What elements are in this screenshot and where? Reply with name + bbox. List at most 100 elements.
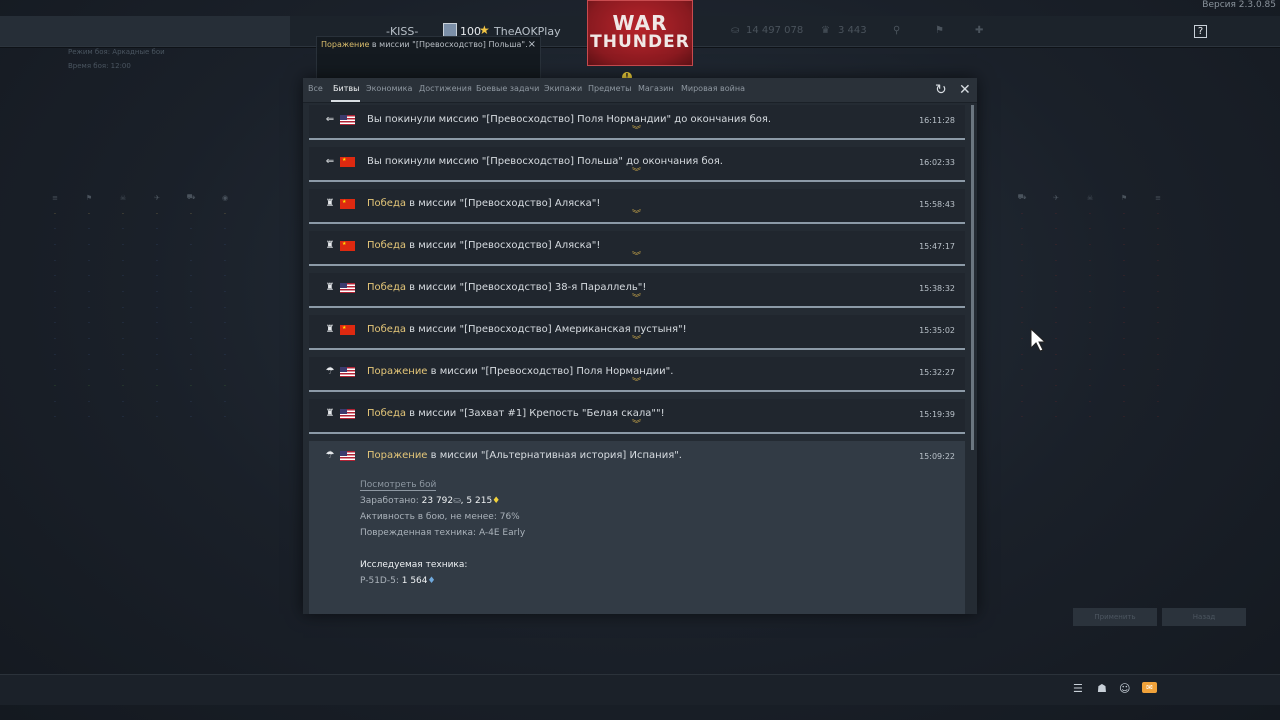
research-points-icon: ♦ <box>427 576 436 586</box>
scrollbar[interactable] <box>971 105 974 450</box>
chat-icon[interactable]: ☺ <box>1119 682 1130 695</box>
exit-arrow-icon: ⇐ <box>325 114 335 125</box>
entry-time: 15:32:27 <box>919 368 955 377</box>
expand-chevron-icon[interactable]: ︾ <box>632 127 641 136</box>
entry-time: 16:11:28 <box>919 116 955 125</box>
entry-divider <box>309 432 965 434</box>
expand-chevron-icon[interactable]: ︾ <box>632 421 641 430</box>
china-flag-icon: ★ <box>340 157 355 167</box>
usa-flag-icon <box>340 451 355 461</box>
usa-flag-icon <box>340 283 355 293</box>
battle-log-entry[interactable]: ♜ ★ Победа в миссии "[Превосходство] Аляск… <box>309 231 965 266</box>
table-header: ✈ <box>1053 193 1059 202</box>
tab-economy[interactable]: Экономика <box>366 84 412 93</box>
table-row: · · · · · <box>1020 382 1160 391</box>
mail-icon[interactable]: ✉ <box>1142 682 1157 693</box>
tab-all[interactable]: Все <box>308 84 323 93</box>
table-row: · · · · · <box>1020 366 1160 375</box>
table-row: · · · · · <box>1020 240 1160 249</box>
battle-log-entry[interactable]: ♜ ★ Победа в миссии "[Превосходство] Амери… <box>309 315 965 350</box>
battle-log-entry[interactable]: ♜ ★ Победа в миссии "[Превосходство] Аляск… <box>309 189 965 224</box>
usa-flag-icon <box>340 367 355 377</box>
tab-crews[interactable]: Экипажи <box>544 84 582 93</box>
entry-time: 15:47:17 <box>919 242 955 251</box>
trophy-icon: ♜ <box>325 324 335 335</box>
star-icon: ★ <box>479 23 490 37</box>
expand-chevron-icon[interactable]: ︾ <box>632 379 641 388</box>
help-button[interactable]: ? <box>1194 25 1207 38</box>
expanded-entry[interactable]: ☂ Поражение в миссии "[Альтернативная ис… <box>309 441 965 614</box>
entry-time: 15:38:32 <box>919 284 955 293</box>
battle-log-entry[interactable]: ☂ Поражение в миссии "[Превосходство] Пол… <box>309 357 965 392</box>
table-header: ⚑ <box>1120 193 1128 202</box>
silver-lions-balance[interactable]: 14 497 078 <box>746 25 803 36</box>
entry-divider <box>309 222 965 224</box>
table-row: · · · · · · <box>53 256 227 265</box>
entry-message: Вы покинули миссию "[Превосходство] Поля… <box>367 114 772 125</box>
table-row: · · · · · <box>1020 303 1160 312</box>
table-header: ◉ <box>221 193 229 202</box>
table-row: · · · · · · <box>53 397 227 406</box>
entry-time: 15:58:43 <box>919 200 955 209</box>
tab-achievements[interactable]: Достижения <box>419 84 472 93</box>
tab-battle-tasks[interactable]: Боевые задачи <box>476 84 539 93</box>
china-flag-icon: ★ <box>340 241 355 251</box>
tab-items[interactable]: Предметы <box>588 84 631 93</box>
expand-chevron-icon[interactable]: ︾ <box>632 337 641 346</box>
entry-divider <box>309 348 965 350</box>
ticket-icon[interactable]: ✚ <box>975 25 983 36</box>
expand-chevron-icon[interactable]: ︾ <box>632 253 641 262</box>
entry-message: Вы покинули миссию "[Превосходство] Поль… <box>367 156 723 167</box>
china-flag-icon: ★ <box>340 199 355 209</box>
view-battle-link[interactable]: Посмотреть бой <box>360 480 437 491</box>
table-row: · · · · · · <box>53 319 227 328</box>
background-info: Режим боя: Аркадные бои Время боя: 12:00 <box>68 48 165 70</box>
refresh-icon[interactable]: ↻ <box>935 82 947 98</box>
shop-icon[interactable]: ⚑ <box>935 25 944 36</box>
entry-message: Победа в миссии "[Превосходство] Аляска"… <box>367 240 601 251</box>
squad-icon[interactable]: ☗ <box>1097 682 1107 695</box>
bulb-icon[interactable]: ⚲ <box>893 25 900 36</box>
table-header: ✈ <box>154 193 160 202</box>
player-flag-icon <box>443 23 457 37</box>
golden-eagles-balance[interactable]: 3 443 <box>838 25 867 36</box>
entry-divider <box>309 306 965 308</box>
expand-chevron-icon[interactable]: ︾ <box>632 211 641 220</box>
entry-time: 15:09:22 <box>919 452 955 461</box>
golden-eagles-icon: ♛ <box>821 25 830 36</box>
close-icon[interactable]: ✕ <box>959 82 971 98</box>
table-row: · · · · · <box>1020 287 1160 296</box>
tab-battles[interactable]: Битвы <box>333 84 359 93</box>
tab-shop[interactable]: Магазин <box>638 84 674 93</box>
trophy-icon: ♜ <box>325 198 335 209</box>
china-flag-icon: ★ <box>340 325 355 335</box>
table-row: · · · · · <box>1020 209 1160 218</box>
table-row: · · · · · · <box>53 303 227 312</box>
table-row: · · · · · · <box>53 209 227 218</box>
notification-close-button[interactable]: × <box>528 39 536 50</box>
table-row: · · · · · <box>1020 413 1160 422</box>
trophy-icon: ♜ <box>325 282 335 293</box>
battle-log-entry[interactable]: ♜ Победа в миссии "[Превосходство] 38-я П… <box>309 273 965 308</box>
entry-divider <box>309 180 965 182</box>
expand-chevron-icon[interactable]: ︾ <box>632 295 641 304</box>
battle-log-entry[interactable]: ⇐ Вы покинули миссию "[Превосходство] Пол… <box>309 105 965 140</box>
active-tab-indicator <box>331 100 360 102</box>
background-apply-button: Применить <box>1073 608 1157 626</box>
battle-log-entry[interactable]: ⇐ ★ Вы покинули миссию "[Превосходство] По… <box>309 147 965 182</box>
background-stats-table-left: ≡ ⚑ ☠ ✈ ⛟ ◉ · · · · · · · · · · · · · · · · · · · · · · · · · · · · · · · · · ·… <box>38 190 242 425</box>
entry-message: Победа в миссии "[Захват #1] Крепость "Б… <box>367 408 665 419</box>
battle-log-entry[interactable]: ♜ Победа в миссии "[Захват #1] Крепость "… <box>309 399 965 434</box>
tab-world-war[interactable]: Мировая война <box>681 84 745 93</box>
trophy-icon: ♜ <box>325 408 335 419</box>
expand-chevron-icon[interactable]: ︾ <box>632 169 641 178</box>
damaged-vehicle-row: Поврежденная техника: A-4E Early <box>360 528 526 538</box>
table-row: · · · · · · <box>53 272 227 281</box>
war-thunder-logo[interactable]: WAR THUNDER <box>587 0 693 66</box>
entry-time: 15:35:02 <box>919 326 955 335</box>
list-icon[interactable]: ☰ <box>1073 682 1083 695</box>
background-stats-table-right: ⛟ ✈ ☠ ⚑ ≡ · · · · · · · · · · · · · · · · · · · · · · · · · · · · · · · · · · ·… <box>1005 190 1175 425</box>
exit-arrow-icon: ⇐ <box>325 156 335 167</box>
bulb-icon: ♦ <box>492 496 501 506</box>
entry-message: Победа в миссии "[Превосходство] 38-я Па… <box>367 282 647 293</box>
